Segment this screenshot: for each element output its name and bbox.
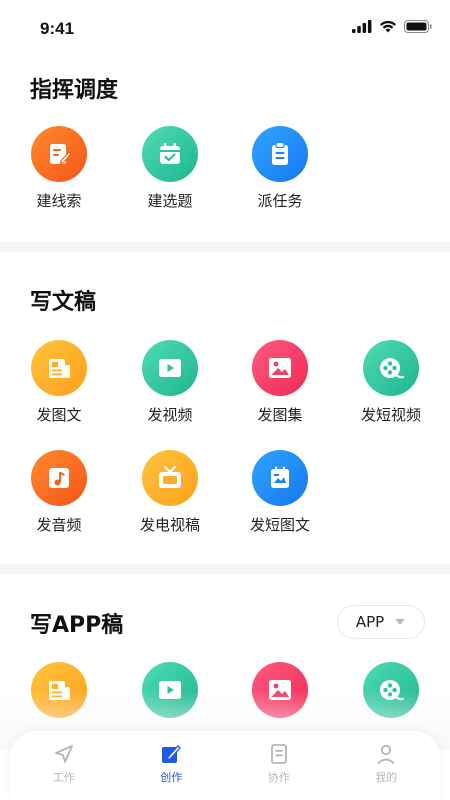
- film-reel-icon: [363, 340, 419, 396]
- post-video-label: 发视频: [147, 406, 193, 424]
- caret-down-icon: [395, 619, 406, 625]
- post-gallery-button[interactable]: 发图集: [240, 340, 320, 425]
- wifi-icon: [380, 20, 396, 33]
- tab-mine-label: 我的: [375, 771, 398, 784]
- music-note-icon: [31, 450, 87, 506]
- section-command: 指挥调度 建线索 建选题 派任务: [0, 56, 450, 242]
- status-icons: [352, 20, 432, 33]
- compose-icon: [162, 745, 182, 763]
- post-article-label: 发图文: [36, 406, 82, 424]
- document-icon: [270, 744, 287, 764]
- post-short-video-label: 发短视频: [360, 406, 421, 424]
- calendar-check-icon: [142, 126, 198, 182]
- edit-note-icon: [31, 126, 87, 182]
- post-article-button[interactable]: 发图文: [19, 340, 99, 425]
- image-icon: [252, 340, 308, 396]
- tab-create[interactable]: 创作: [118, 731, 226, 800]
- tv-icon: [142, 450, 198, 506]
- post-video-button[interactable]: 发视频: [130, 340, 210, 425]
- tab-work-label: 工作: [52, 771, 75, 784]
- user-icon: [377, 744, 395, 764]
- post-short-video-button[interactable]: 发短视频: [351, 340, 431, 425]
- status-time: 9:41: [40, 19, 75, 38]
- create-lead-label: 建线索: [36, 192, 82, 210]
- section-write-draft: 写文稿 发图文 发视频 发图集 发短视频 发音频 发电视稿 发短图文: [0, 252, 450, 564]
- signal-icon: [352, 20, 372, 33]
- section-divider: [0, 242, 450, 252]
- battery-icon: [404, 20, 432, 33]
- section-write-draft-title: 写文稿: [30, 290, 97, 315]
- assign-task-button[interactable]: 派任务: [240, 126, 320, 211]
- tab-mine[interactable]: 我的: [333, 731, 441, 800]
- post-tv-script-label: 发电视稿: [139, 516, 200, 534]
- newspaper-icon: [31, 340, 87, 396]
- play-icon: [142, 340, 198, 396]
- assign-task-label: 派任务: [257, 192, 303, 210]
- post-tv-script-button[interactable]: 发电视稿: [130, 450, 210, 535]
- send-icon: [54, 745, 73, 763]
- post-audio-button[interactable]: 发音频: [19, 450, 99, 535]
- app-selector-value: APP: [355, 613, 385, 631]
- create-lead-button[interactable]: 建线索: [19, 126, 99, 211]
- clipboard-icon: [252, 126, 308, 182]
- post-gallery-label: 发图集: [257, 406, 303, 424]
- section-command-title: 指挥调度: [30, 78, 119, 103]
- post-audio-label: 发音频: [36, 516, 82, 534]
- create-topic-label: 建选题: [147, 192, 193, 210]
- app-selector-dropdown[interactable]: APP: [337, 605, 425, 639]
- tab-work[interactable]: 工作: [10, 731, 118, 800]
- bottom-tab-bar: 工作 创作 协作 我的: [10, 731, 440, 800]
- section-divider: [0, 564, 450, 574]
- tab-create-label: 创作: [160, 771, 183, 784]
- post-short-article-label: 发短图文: [249, 516, 310, 534]
- section-write-app-title: 写APP稿: [30, 613, 124, 638]
- create-topic-button[interactable]: 建选题: [130, 126, 210, 211]
- post-short-article-button[interactable]: 发短图文: [240, 450, 320, 535]
- short-article-icon: [252, 450, 308, 506]
- tab-collaborate-label: 协作: [267, 771, 290, 784]
- tab-collaborate[interactable]: 协作: [225, 731, 333, 800]
- status-bar: 9:41: [0, 0, 450, 56]
